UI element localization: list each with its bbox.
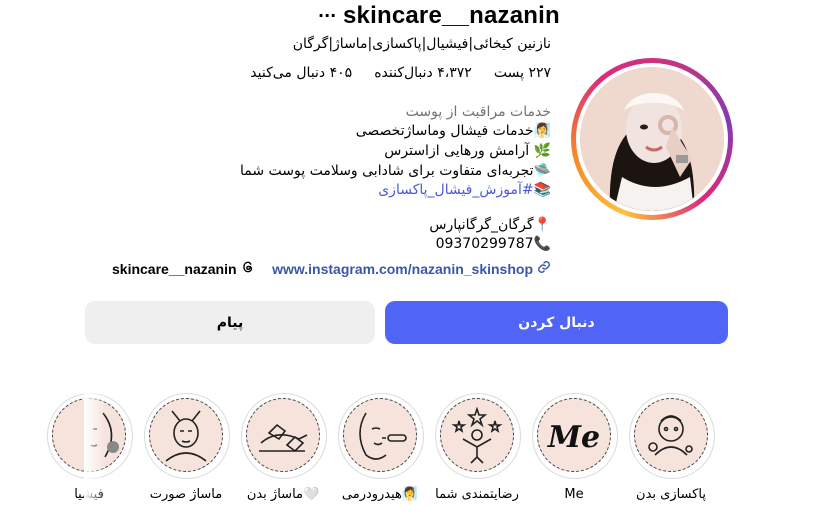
threads-username[interactable]: skincare__nazanin: [112, 261, 237, 277]
avatar[interactable]: [580, 67, 724, 211]
highlight-2[interactable]: [435, 393, 521, 479]
highlight-1[interactable]: Me: [532, 393, 618, 479]
link-icon: [537, 260, 551, 277]
more-options-icon[interactable]: ···: [318, 6, 336, 25]
profile-full-name: نازنین کیخائی|فیشیال|پاکسازی|ماساژ|گرگان: [292, 36, 551, 52]
bio-line: 🛸تجربه‌ای متفاوت برای شادابی وسلامت پوست…: [240, 163, 551, 179]
massage-hands-icon: [246, 398, 320, 472]
profile-stats: ۲۲۷ پست ۴،۳۷۲ دنبال‌کننده ۴۰۵ دنبال می‌ک…: [250, 65, 551, 81]
profile-username: skincare__nazanin: [343, 2, 560, 29]
avatar-story-ring[interactable]: [571, 58, 733, 220]
highlight-label[interactable]: پاکسازی بدن: [621, 487, 721, 502]
bio-hashtag[interactable]: 📚#آموزش_فیشال_پاکسازی: [378, 182, 551, 198]
svg-text:Me: Me: [547, 420, 600, 455]
profile-category: خدمات مراقبت از پوست: [405, 104, 551, 120]
bio-line: 🧖‍♀️خدمات فیشال وماساژتخصصی: [355, 123, 551, 139]
stars-person-icon: [440, 398, 514, 472]
external-link[interactable]: www.instagram.com/nazanin_skinshop: [272, 260, 551, 277]
scroll-fade: [84, 380, 106, 520]
bio-location: 📍گرگان_گرگانپارس: [429, 217, 551, 233]
bio-line: 🌿 آرامش ورهایی ازاسترس: [384, 143, 551, 159]
highlight-0[interactable]: [629, 393, 715, 479]
face-tool-icon: [343, 398, 417, 472]
following-count[interactable]: ۴۰۵ دنبال می‌کنید: [250, 65, 352, 81]
highlight-3[interactable]: [338, 393, 424, 479]
highlight-4[interactable]: [241, 393, 327, 479]
followers-count[interactable]: ۴،۳۷۲ دنبال‌کننده: [374, 65, 472, 81]
highlight-label[interactable]: هیدرودرمی🧖‍♀️: [330, 487, 430, 502]
facial-mask-icon: [634, 398, 708, 472]
message-button[interactable]: پیام: [85, 301, 375, 344]
highlight-label[interactable]: ماساژ صورت: [136, 487, 236, 502]
posts-count[interactable]: ۲۲۷ پست: [494, 65, 551, 81]
threads-link[interactable]: skincare__nazanin: [112, 260, 255, 277]
face-massage-icon: [149, 398, 223, 472]
me-text-icon: Me: [537, 398, 611, 472]
highlight-label[interactable]: رضایتمندی شما: [427, 487, 527, 502]
follow-button[interactable]: دنبال کردن: [385, 301, 728, 344]
threads-icon: [241, 260, 255, 277]
highlight-5[interactable]: [144, 393, 230, 479]
bio-phone: 09370299787📞: [435, 236, 551, 252]
highlight-label[interactable]: ماساژ بدن🤍: [233, 487, 333, 502]
highlight-label[interactable]: Me: [524, 487, 624, 502]
link-text[interactable]: www.instagram.com/nazanin_skinshop: [272, 261, 533, 277]
